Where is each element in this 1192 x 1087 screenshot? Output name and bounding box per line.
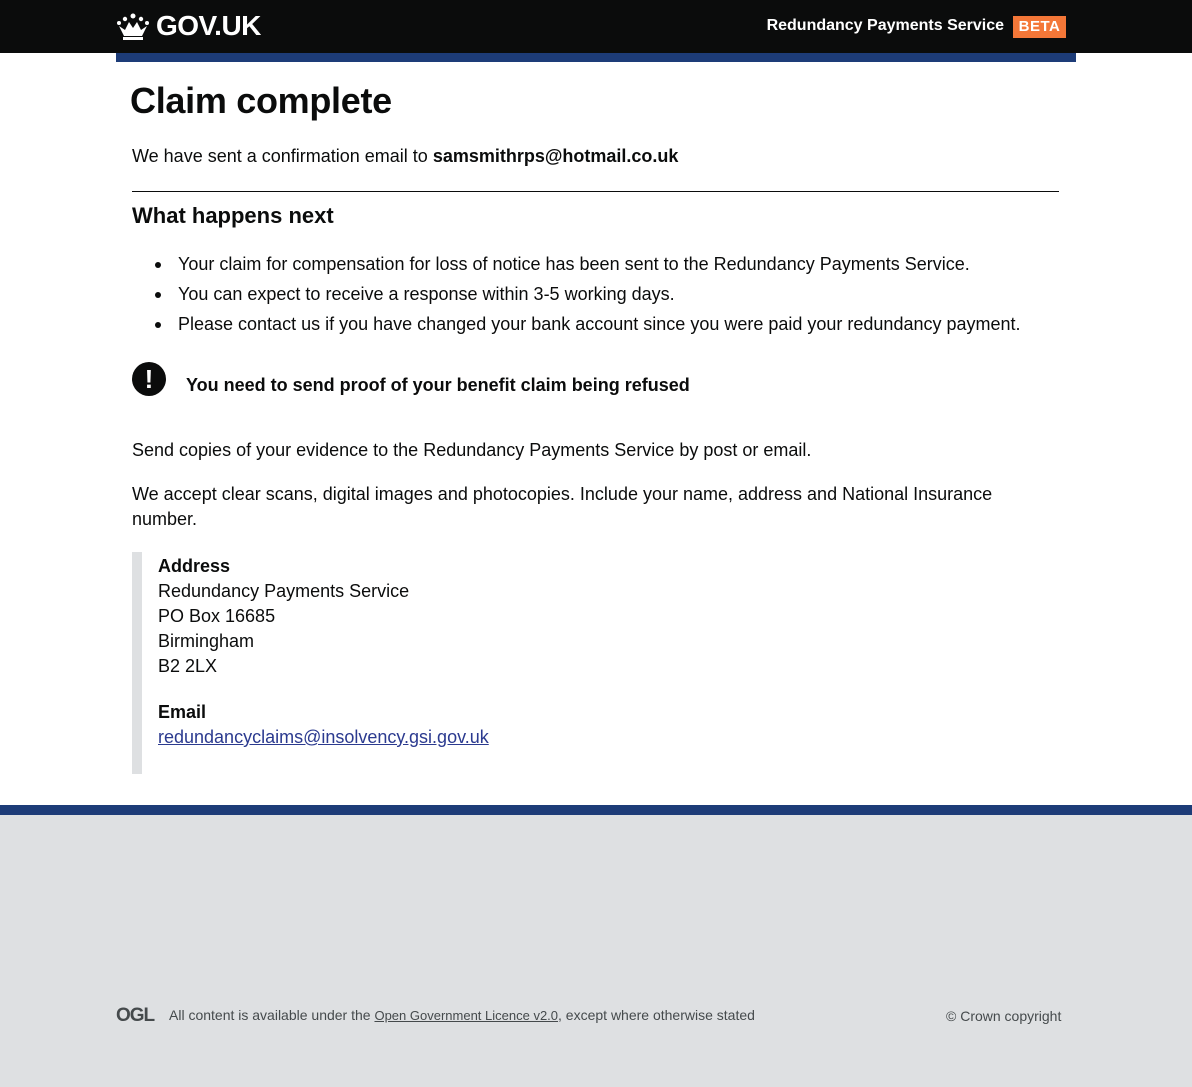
footer-blue-bar bbox=[0, 805, 1192, 815]
service-name-link[interactable]: Redundancy Payments Service bbox=[767, 17, 1004, 35]
beta-phase-tag: BETA bbox=[1013, 16, 1066, 38]
accepted-formats-text: We accept clear scans, digital images an… bbox=[132, 484, 993, 529]
address-line: PO Box 16685 bbox=[158, 606, 276, 626]
confirmation-email: samsmithrps@hotmail.co.uk bbox=[432, 146, 679, 166]
next-steps-list: Your claim for compensation for loss of … bbox=[132, 252, 1021, 342]
email-label: Email bbox=[158, 702, 207, 722]
site-footer: OGL All content is available under the O… bbox=[0, 815, 1192, 1087]
confirmation-prefix: We have sent a confirmation email to bbox=[132, 146, 433, 166]
warning-callout: ! You need to send proof of your benefit… bbox=[132, 362, 690, 396]
logo-text: GOV.UK bbox=[156, 10, 261, 41]
open-government-licence-link[interactable]: Open Government Licence v2.0 bbox=[374, 1008, 558, 1023]
list-item: Please contact us if you have changed yo… bbox=[132, 312, 1021, 342]
contact-inset: Address Redundancy Payments Service PO B… bbox=[132, 552, 732, 774]
what-happens-next-heading: What happens next bbox=[132, 203, 334, 228]
address-line: Birmingham bbox=[158, 631, 255, 651]
address-label: Address bbox=[158, 556, 231, 576]
crown-icon bbox=[117, 13, 149, 40]
list-item: You can expect to receive a response wit… bbox=[132, 282, 1021, 312]
exclamation-icon: ! bbox=[132, 362, 166, 396]
licence-text: All content is available under the Open … bbox=[169, 1007, 755, 1023]
email-link[interactable]: redundancyclaims@insolvency.gsi.gov.uk bbox=[158, 727, 489, 747]
licence-prefix: All content is available under the bbox=[169, 1007, 375, 1023]
licence-suffix: , except where otherwise stated bbox=[558, 1007, 755, 1023]
list-item: Your claim for compensation for loss of … bbox=[132, 252, 1021, 282]
header-blue-bar bbox=[116, 53, 1076, 62]
evidence-instructions: Send copies of your evidence to the Redu… bbox=[132, 440, 812, 460]
warning-text: You need to send proof of your benefit c… bbox=[186, 374, 690, 395]
section-divider bbox=[132, 191, 1059, 192]
govuk-logo-link[interactable]: GOV.UK bbox=[116, 10, 261, 42]
page-title: Claim complete bbox=[130, 80, 392, 121]
address-line: B2 2LX bbox=[158, 656, 218, 676]
confirmation-message: We have sent a confirmation email to sam… bbox=[132, 146, 678, 167]
address-line: Redundancy Payments Service bbox=[158, 581, 410, 601]
site-header: GOV.UK Redundancy Payments Service BETA bbox=[0, 0, 1192, 53]
crown-copyright-link[interactable]: © Crown copyright bbox=[946, 1008, 1061, 1024]
ogl-logo: OGL bbox=[116, 1005, 155, 1026]
